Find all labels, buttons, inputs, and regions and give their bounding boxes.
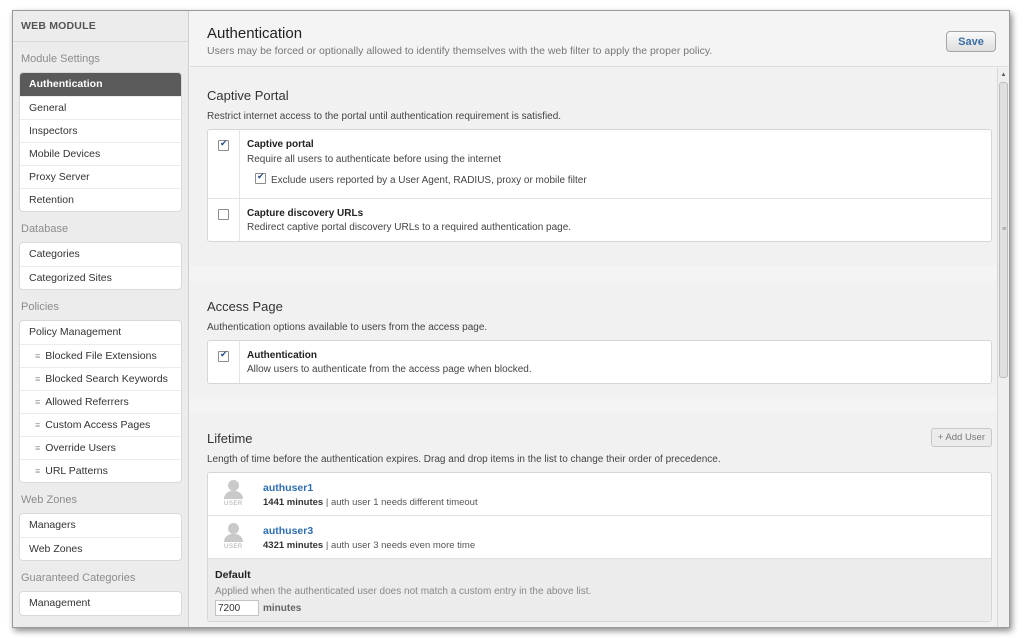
captive-portal-title: Captive portal [247, 139, 314, 150]
sidebar-item-allowed-referrers[interactable]: ≡ Allowed Referrers [20, 390, 181, 413]
scroll-thumb[interactable]: ≡ [999, 82, 1008, 378]
capture-discovery-title: Capture discovery URLs [247, 208, 364, 219]
default-description: Applied when the authenticated user does… [215, 586, 592, 597]
default-minutes-input[interactable] [215, 600, 259, 616]
sidebar-item-label: Override Users [45, 442, 116, 454]
section-title: Access Page [207, 299, 283, 314]
access-authentication-title: Authentication [247, 350, 317, 361]
vertical-scrollbar[interactable]: ▲ ≡ [997, 68, 1009, 627]
add-user-button[interactable]: + Add User [930, 428, 992, 447]
sidebar-item-blocked-file-extensions[interactable]: ≡ Blocked File Extensions [20, 344, 181, 367]
nav-group-database: Categories Categorized Sites [19, 242, 182, 290]
user-avatar-icon: USER [222, 523, 246, 553]
sidebar-item-label: Custom Access Pages [45, 419, 151, 431]
page-title: Authentication [207, 25, 303, 42]
checkbox-column-divider [239, 341, 240, 383]
exclude-users-label[interactable]: Exclude users reported by a User Agent, … [271, 175, 587, 186]
lifetime-section: Lifetime + Add User Length of time befor… [190, 412, 997, 627]
captive-portal-row: Captive portal Require all users to auth… [208, 130, 991, 198]
sidebar-item-retention[interactable]: Retention [20, 188, 181, 211]
user-name-link[interactable]: authuser1 [263, 482, 313, 494]
sidebar-item-url-patterns[interactable]: ≡ URL Patterns [20, 459, 181, 482]
nav-group-module-settings: Authentication General Inspectors Mobile… [19, 72, 182, 212]
default-lifetime-panel: Default Applied when the authenticated u… [208, 558, 991, 621]
list-icon: ≡ [35, 466, 41, 476]
section-description: Authentication options available to user… [207, 322, 488, 333]
user-note: | auth user 1 needs different timeout [325, 497, 478, 508]
section-title: Lifetime [207, 431, 253, 446]
access-authentication-checkbox[interactable] [218, 350, 229, 362]
capture-discovery-checkbox[interactable] [218, 209, 229, 220]
sidebar-item-proxy-server[interactable]: Proxy Server [20, 165, 181, 188]
sidebar-item-inspectors[interactable]: Inspectors [20, 119, 181, 142]
sidebar-item-categories[interactable]: Categories [20, 243, 181, 266]
nav-group-policies: Policy Management ≡ Blocked File Extensio… [19, 320, 182, 483]
user-avatar-icon: USER [222, 480, 246, 510]
section-label-policies: Policies [21, 301, 59, 313]
lifetime-list-box: USER authuser1 1441 minutes | auth user … [207, 472, 992, 622]
section-description: Length of time before the authentication… [207, 454, 721, 465]
sidebar-item-label: Blocked Search Keywords [45, 373, 168, 385]
access-authentication-description: Allow users to authenticate from the acc… [247, 364, 532, 375]
captive-options-box: Captive portal Require all users to auth… [207, 129, 992, 242]
minutes-label: minutes [263, 603, 302, 614]
default-title: Default [215, 569, 251, 581]
exclude-users-checkbox[interactable] [255, 172, 266, 184]
access-options-box: Authentication Allow users to authentica… [207, 340, 992, 384]
captive-portal-section: Captive Portal Restrict internet access … [190, 68, 997, 266]
sidebar: WEB MODULE Module Settings Authenticatio… [13, 11, 189, 627]
list-icon: ≡ [35, 443, 41, 453]
list-item[interactable]: USER authuser1 1441 minutes | auth user … [208, 473, 991, 515]
sidebar-item-general[interactable]: General [20, 96, 181, 119]
access-page-section: Access Page Authentication options avail… [190, 281, 997, 397]
section-description: Restrict internet access to the portal u… [207, 111, 562, 122]
section-label-web-zones: Web Zones [21, 494, 78, 506]
list-icon: ≡ [35, 397, 41, 407]
main-panel: Authentication Users may be forced or op… [190, 11, 1009, 627]
save-button[interactable]: Save [946, 31, 996, 52]
nav-group-guaranteed-categories: Management [19, 591, 182, 616]
user-meta: 1441 minutes | auth user 1 needs differe… [263, 497, 478, 508]
capture-discovery-description: Redirect captive portal discovery URLs t… [247, 222, 572, 233]
sidebar-item-categorized-sites[interactable]: Categorized Sites [20, 266, 181, 289]
user-name-link[interactable]: authuser3 [263, 525, 313, 537]
sidebar-item-web-zones[interactable]: Web Zones [20, 537, 181, 560]
list-icon: ≡ [35, 420, 41, 430]
grip-icon: ≡ [1001, 226, 1007, 233]
sidebar-item-custom-access-pages[interactable]: ≡ Custom Access Pages [20, 413, 181, 436]
section-label-database: Database [21, 223, 69, 235]
section-title: Captive Portal [207, 88, 289, 103]
triangle-up-icon[interactable]: ▲ [998, 72, 1009, 78]
user-note: | auth user 3 needs even more time [325, 540, 476, 551]
sidebar-item-authentication[interactable]: Authentication [20, 73, 181, 96]
page-header: Authentication Users may be forced or op… [190, 11, 1009, 67]
app-window: WEB MODULE Module Settings Authenticatio… [12, 10, 1010, 628]
user-minutes: 1441 minutes [263, 497, 324, 508]
page-subtitle: Users may be forced or optionally allowe… [207, 45, 713, 57]
content-area: Captive Portal Restrict internet access … [190, 68, 997, 627]
captive-portal-checkbox[interactable] [218, 139, 229, 151]
capture-discovery-row: Capture discovery URLs Redirect captive … [208, 199, 991, 243]
list-icon: ≡ [35, 374, 41, 384]
sidebar-item-mobile-devices[interactable]: Mobile Devices [20, 142, 181, 165]
sidebar-item-label: URL Patterns [45, 465, 108, 477]
section-label-guaranteed-categories: Guaranteed Categories [21, 572, 136, 584]
sidebar-title: WEB MODULE [13, 11, 188, 42]
sidebar-item-override-users[interactable]: ≡ Override Users [20, 436, 181, 459]
sidebar-item-management[interactable]: Management [20, 592, 181, 615]
user-minutes: 4321 minutes [263, 540, 324, 551]
captive-portal-description: Require all users to authenticate before… [247, 154, 502, 165]
list-item[interactable]: USER authuser3 4321 minutes | auth user … [208, 516, 991, 558]
sidebar-item-blocked-search-keywords[interactable]: ≡ Blocked Search Keywords [20, 367, 181, 390]
nav-group-web-zones: Managers Web Zones [19, 513, 182, 561]
sidebar-item-managers[interactable]: Managers [20, 514, 181, 537]
sidebar-item-label: Allowed Referrers [45, 396, 129, 408]
user-meta: 4321 minutes | auth user 3 needs even mo… [263, 540, 475, 551]
section-label-module-settings: Module Settings [21, 53, 100, 65]
sidebar-item-label: Blocked File Extensions [45, 350, 157, 362]
list-icon: ≡ [35, 351, 41, 361]
sidebar-item-policy-management[interactable]: Policy Management [20, 321, 181, 344]
